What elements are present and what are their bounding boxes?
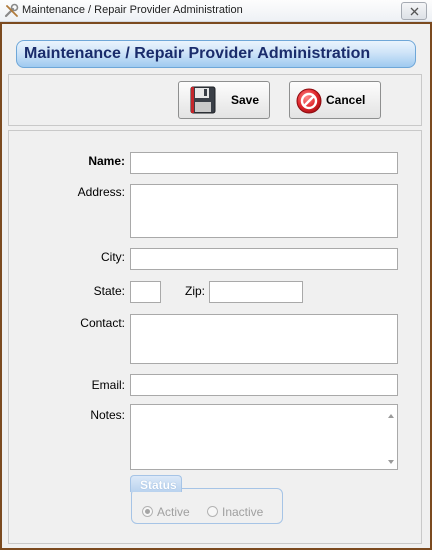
- contact-field[interactable]: [130, 314, 398, 364]
- toolbar: Save Cancel: [8, 74, 422, 126]
- dialog-window: Maintenance / Repair Provider Administra…: [0, 0, 432, 550]
- cancel-button[interactable]: Cancel: [289, 81, 381, 119]
- close-icon: [410, 7, 419, 16]
- notes-label: Notes:: [90, 408, 125, 422]
- zip-field[interactable]: [209, 281, 303, 303]
- dialog-body: Maintenance / Repair Provider Administra…: [0, 22, 432, 550]
- status-active-label: Active: [157, 505, 190, 519]
- floppy-disk-icon: [190, 86, 216, 117]
- cancel-icon: [296, 88, 322, 117]
- email-field[interactable]: [130, 374, 398, 396]
- address-label: Address:: [77, 185, 125, 199]
- contact-label: Contact:: [80, 316, 125, 330]
- state-field[interactable]: [130, 281, 161, 303]
- city-field[interactable]: [130, 248, 398, 270]
- notes-field[interactable]: [130, 404, 398, 470]
- status-group-label: Status: [140, 478, 177, 492]
- status-group-tab: Status: [130, 475, 182, 492]
- zip-label: Zip:: [184, 284, 205, 298]
- save-button-label: Save: [231, 93, 260, 107]
- title-bar[interactable]: Maintenance / Repair Provider Administra…: [0, 0, 432, 22]
- window-title: Maintenance / Repair Provider Administra…: [22, 4, 243, 16]
- city-label: City:: [101, 250, 125, 264]
- name-field[interactable]: [130, 152, 398, 174]
- email-label: Email:: [91, 378, 125, 392]
- tools-icon: [4, 3, 20, 19]
- scroll-up-icon[interactable]: [386, 409, 398, 419]
- provider-form: Name: Address: City: State: Zip: Contact…: [8, 130, 422, 544]
- scroll-down-icon[interactable]: [386, 455, 398, 465]
- state-label: State:: [93, 284, 125, 298]
- save-button[interactable]: Save: [178, 81, 270, 119]
- name-label: Name:: [88, 154, 125, 168]
- header-banner: Maintenance / Repair Provider Administra…: [16, 40, 416, 68]
- status-inactive-label: Inactive: [222, 505, 264, 519]
- page-title: Maintenance / Repair Provider Administra…: [24, 45, 371, 62]
- address-field[interactable]: [130, 184, 398, 238]
- radio-selected-icon: [142, 506, 153, 517]
- radio-unselected-icon: [207, 506, 218, 517]
- close-button[interactable]: [401, 2, 427, 20]
- cancel-button-label: Cancel: [326, 93, 366, 107]
